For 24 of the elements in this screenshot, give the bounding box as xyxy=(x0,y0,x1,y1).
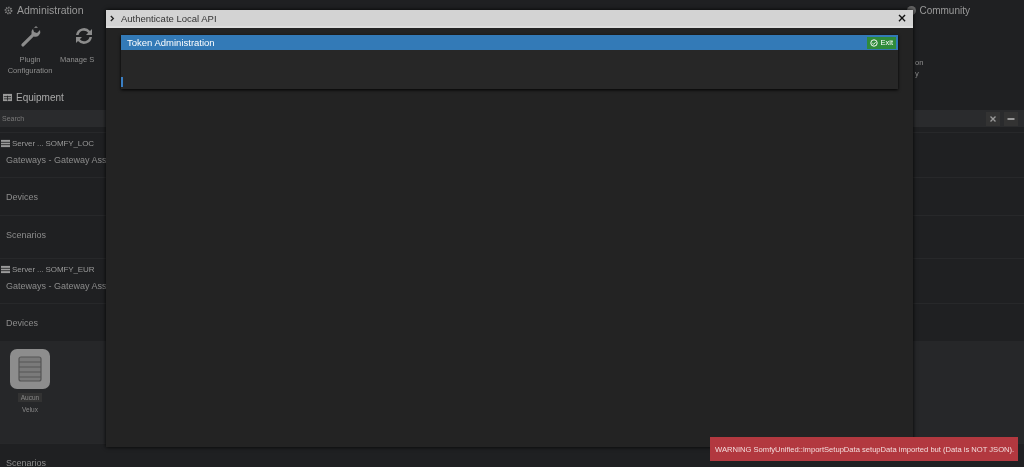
section-label[interactable]: Gateways - Gateway Ass xyxy=(6,281,107,291)
chevron-icon xyxy=(110,14,115,22)
section-title: Equipment xyxy=(16,92,64,103)
community-link[interactable]: Community xyxy=(919,4,970,16)
wrench-icon xyxy=(18,24,42,48)
panel-title: Token Administration xyxy=(127,37,215,48)
close-button[interactable]: × xyxy=(894,12,909,24)
clear-button[interactable] xyxy=(986,111,1000,126)
close-icon xyxy=(989,114,997,123)
section-label[interactable]: Devices xyxy=(6,191,38,202)
text-cursor xyxy=(121,77,123,87)
section-label[interactable]: Scenarios xyxy=(6,229,47,240)
server-title: Server ... SOMFY_EUR xyxy=(12,264,95,274)
check-circle-icon xyxy=(870,38,879,47)
table-icon xyxy=(3,93,12,102)
section-label[interactable]: Devices xyxy=(6,317,38,328)
shutter-icon[interactable] xyxy=(10,349,50,389)
gear-icon xyxy=(4,5,13,15)
section-label[interactable]: Gateways - Gateway Ass xyxy=(6,155,107,165)
section-title: Administration xyxy=(17,4,84,16)
server-title: Server ... SOMFY_LOC xyxy=(12,138,95,148)
section-label[interactable]: Scenarios xyxy=(6,457,47,467)
collapse-button[interactable] xyxy=(1004,111,1018,126)
modal-title: Authenticate Local API xyxy=(121,12,217,24)
